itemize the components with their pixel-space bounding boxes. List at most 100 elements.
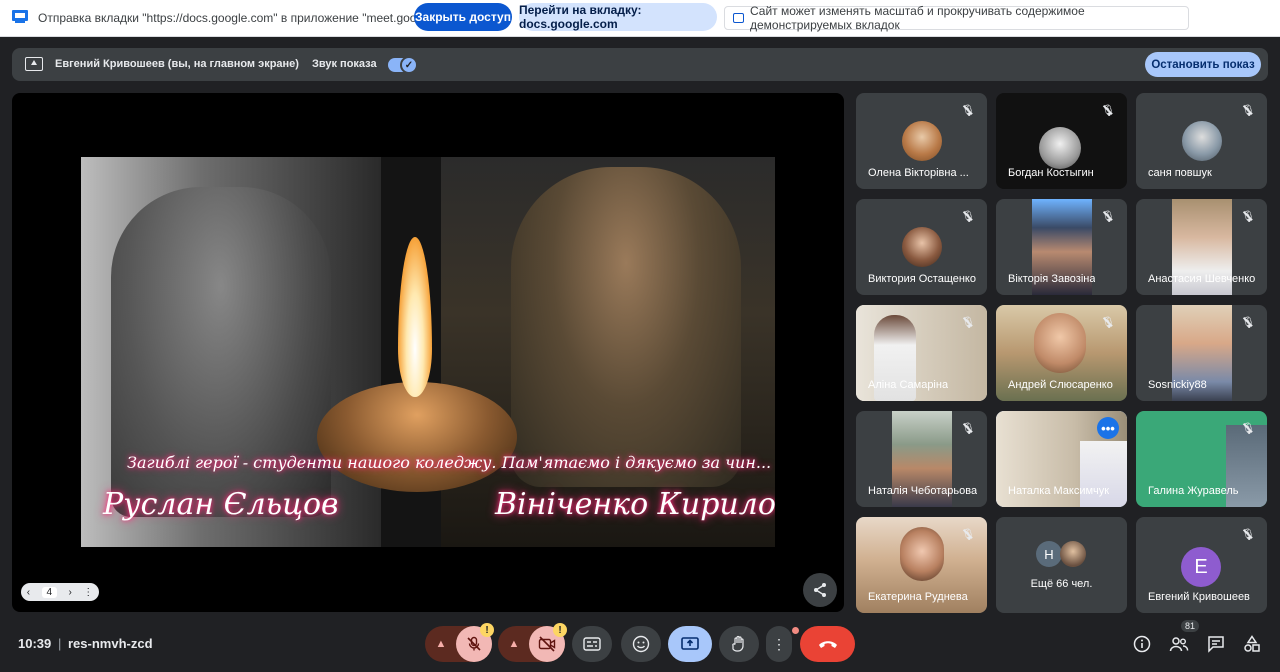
participant-name: Екатерина Руднева [868, 591, 968, 603]
captions-button[interactable] [572, 626, 612, 662]
present-now-button[interactable] [668, 626, 712, 662]
participant-tile[interactable]: 🎙 Анастасия Шевченко [1136, 199, 1267, 295]
participant-tile[interactable]: 🎙 Аліна Самаріна [856, 305, 987, 401]
slide-portrait-right [511, 167, 741, 487]
zoom-notice-text: Сайт может изменять масштаб и прокручива… [749, 4, 1085, 32]
mic-off-icon: 🎙 [959, 313, 977, 331]
slide-candle-flame [398, 237, 432, 397]
mic-off-icon: 🎙 [959, 525, 977, 543]
participant-tile[interactable]: 🎙 Наталія Чеботарьова [856, 411, 987, 507]
mic-off-icon: 🎙 [1239, 207, 1257, 225]
more-options-button[interactable]: ⋮ [766, 626, 792, 662]
hand-icon [732, 635, 744, 652]
mic-warning-icon: ! [480, 623, 494, 637]
participant-name: Sosnickiy88 [1148, 379, 1207, 391]
separator: | [58, 636, 62, 651]
mic-off-icon: 🎙 [1099, 207, 1117, 225]
participant-name: Наталія Чеботарьова [868, 485, 978, 497]
camera-warning-icon: ! [553, 623, 567, 637]
notification-dot [792, 627, 799, 634]
more-participants-tile[interactable]: Н Ещё 66 чел. [996, 517, 1127, 613]
participant-tile[interactable]: 🎙 Sosnickiy88 [1136, 305, 1267, 401]
participant-face [900, 527, 944, 581]
participant-face [1034, 313, 1086, 373]
participant-avatar [1039, 127, 1081, 169]
participant-avatar [902, 227, 942, 267]
presenter-label: Евгений Кривошеев (вы, на главном экране… [55, 58, 299, 70]
hang-up-icon [818, 641, 837, 648]
camera-options-chevron-icon[interactable]: ▲ [498, 626, 530, 662]
activities-glyph [1244, 635, 1260, 652]
mic-off-icon: 🎙 [959, 101, 977, 119]
present-screen-icon [25, 57, 43, 71]
participant-tile[interactable]: 🎙 Виктория Остащенко [856, 199, 987, 295]
participant-tile[interactable]: 🎙 Андрей Слюсаренко [996, 305, 1127, 401]
tab-share-infobar: Отправка вкладки "https://docs.google.co… [0, 0, 1280, 37]
participant-name: Богдан Костыгин [1008, 167, 1094, 179]
mic-off-icon: 🎙 [1099, 101, 1117, 119]
mic-off-icon: 🎙 [1239, 101, 1257, 119]
mic-off-icon: 🎙 [1239, 525, 1257, 543]
participant-tile[interactable]: 🎙 Богдан Костыгин [996, 93, 1127, 189]
chat-glyph [1208, 636, 1224, 653]
mic-options-chevron-icon[interactable]: ▲ [425, 626, 457, 662]
participant-tile[interactable]: 🎙 саня повшук [1136, 93, 1267, 189]
presentation-slide: Загиблі герої - студенти нашого коледжу.… [81, 157, 775, 547]
presentation-sound-label: Звук показа [312, 58, 377, 70]
people-count-badge: 81 [1181, 620, 1199, 632]
meeting-info-icon[interactable] [1130, 632, 1154, 656]
mic-off-icon: 🎙 [1239, 419, 1257, 437]
participant-name: Олена Вікторівна ... [868, 167, 969, 179]
people-icon[interactable] [1167, 632, 1191, 656]
share-icon[interactable] [803, 573, 837, 607]
self-tile[interactable]: Е 🎙 Евгений Кривошеев [1136, 517, 1267, 613]
mic-off-icon [467, 636, 481, 651]
participant-tile[interactable]: 🎙 Олена Вікторівна ... [856, 93, 987, 189]
closed-captions-icon [583, 637, 601, 651]
zoom-notice-icon [733, 13, 744, 23]
participant-avatar [902, 121, 942, 161]
share-message: Отправка вкладки "https://docs.google.co… [38, 11, 473, 25]
share-glyph [814, 583, 826, 597]
emoji-icon [632, 635, 650, 653]
pager-more-icon[interactable]: ⋮ [83, 587, 93, 598]
raise-hand-button[interactable] [719, 626, 759, 662]
prev-slide-icon[interactable]: ‹ [27, 587, 30, 598]
participant-name: Галина Журавель [1148, 485, 1239, 497]
presentation-sound-toggle[interactable]: ✓ [388, 56, 418, 74]
go-to-tab-button[interactable]: Перейти на вкладку: docs.google.com [519, 3, 717, 31]
participant-name: саня повшук [1148, 167, 1212, 179]
next-slide-icon[interactable]: › [69, 587, 72, 598]
participant-name: Виктория Остащенко [868, 273, 976, 285]
self-avatar: Е [1181, 547, 1221, 587]
stop-sharing-button[interactable]: Закрыть доступ [414, 3, 512, 31]
present-icon [681, 637, 699, 650]
meeting-code: res-nmvh-zcd [68, 636, 153, 651]
activities-icon[interactable] [1240, 632, 1264, 656]
slide-pager: ‹ 4 › ⋮ [21, 583, 99, 601]
camera-off-icon [538, 636, 556, 652]
info-glyph [1133, 635, 1151, 653]
slide-page-number[interactable]: 4 [41, 586, 58, 598]
chat-icon[interactable] [1204, 632, 1228, 656]
participant-name: Евгений Кривошеев [1148, 591, 1250, 603]
mic-off-icon: 🎙 [1239, 313, 1257, 331]
participant-tile[interactable]: ••• Наталка Максимчук [996, 411, 1127, 507]
zoom-scroll-notice-button[interactable]: Сайт может изменять масштаб и прокручива… [724, 4, 1189, 32]
slide-name-right: Вініченко Кирило [495, 487, 775, 522]
slide-name-left: Руслан Єльцов [103, 487, 339, 522]
participant-avatar [1182, 121, 1222, 161]
participant-tile[interactable]: 🎙 Галина Журавель [1136, 411, 1267, 507]
reactions-button[interactable] [621, 626, 661, 662]
participant-name: Вікторія Завозіна [1008, 273, 1096, 285]
mic-off-icon: 🎙 [959, 207, 977, 225]
leave-call-button[interactable] [800, 626, 855, 662]
presenting-bar: Евгений Кривошеев (вы, на главном экране… [12, 48, 1268, 81]
meeting-time: 10:39 [18, 636, 52, 651]
stop-presenting-button[interactable]: Остановить показ [1145, 52, 1261, 77]
participant-tile[interactable]: 🎙 Вікторія Завозіна [996, 199, 1127, 295]
participant-tile[interactable]: 🎙 Екатерина Руднева [856, 517, 987, 613]
screen-share-app-icon [12, 10, 28, 23]
check-icon: ✓ [400, 56, 418, 74]
more-options-icon[interactable]: ••• [1097, 417, 1119, 439]
